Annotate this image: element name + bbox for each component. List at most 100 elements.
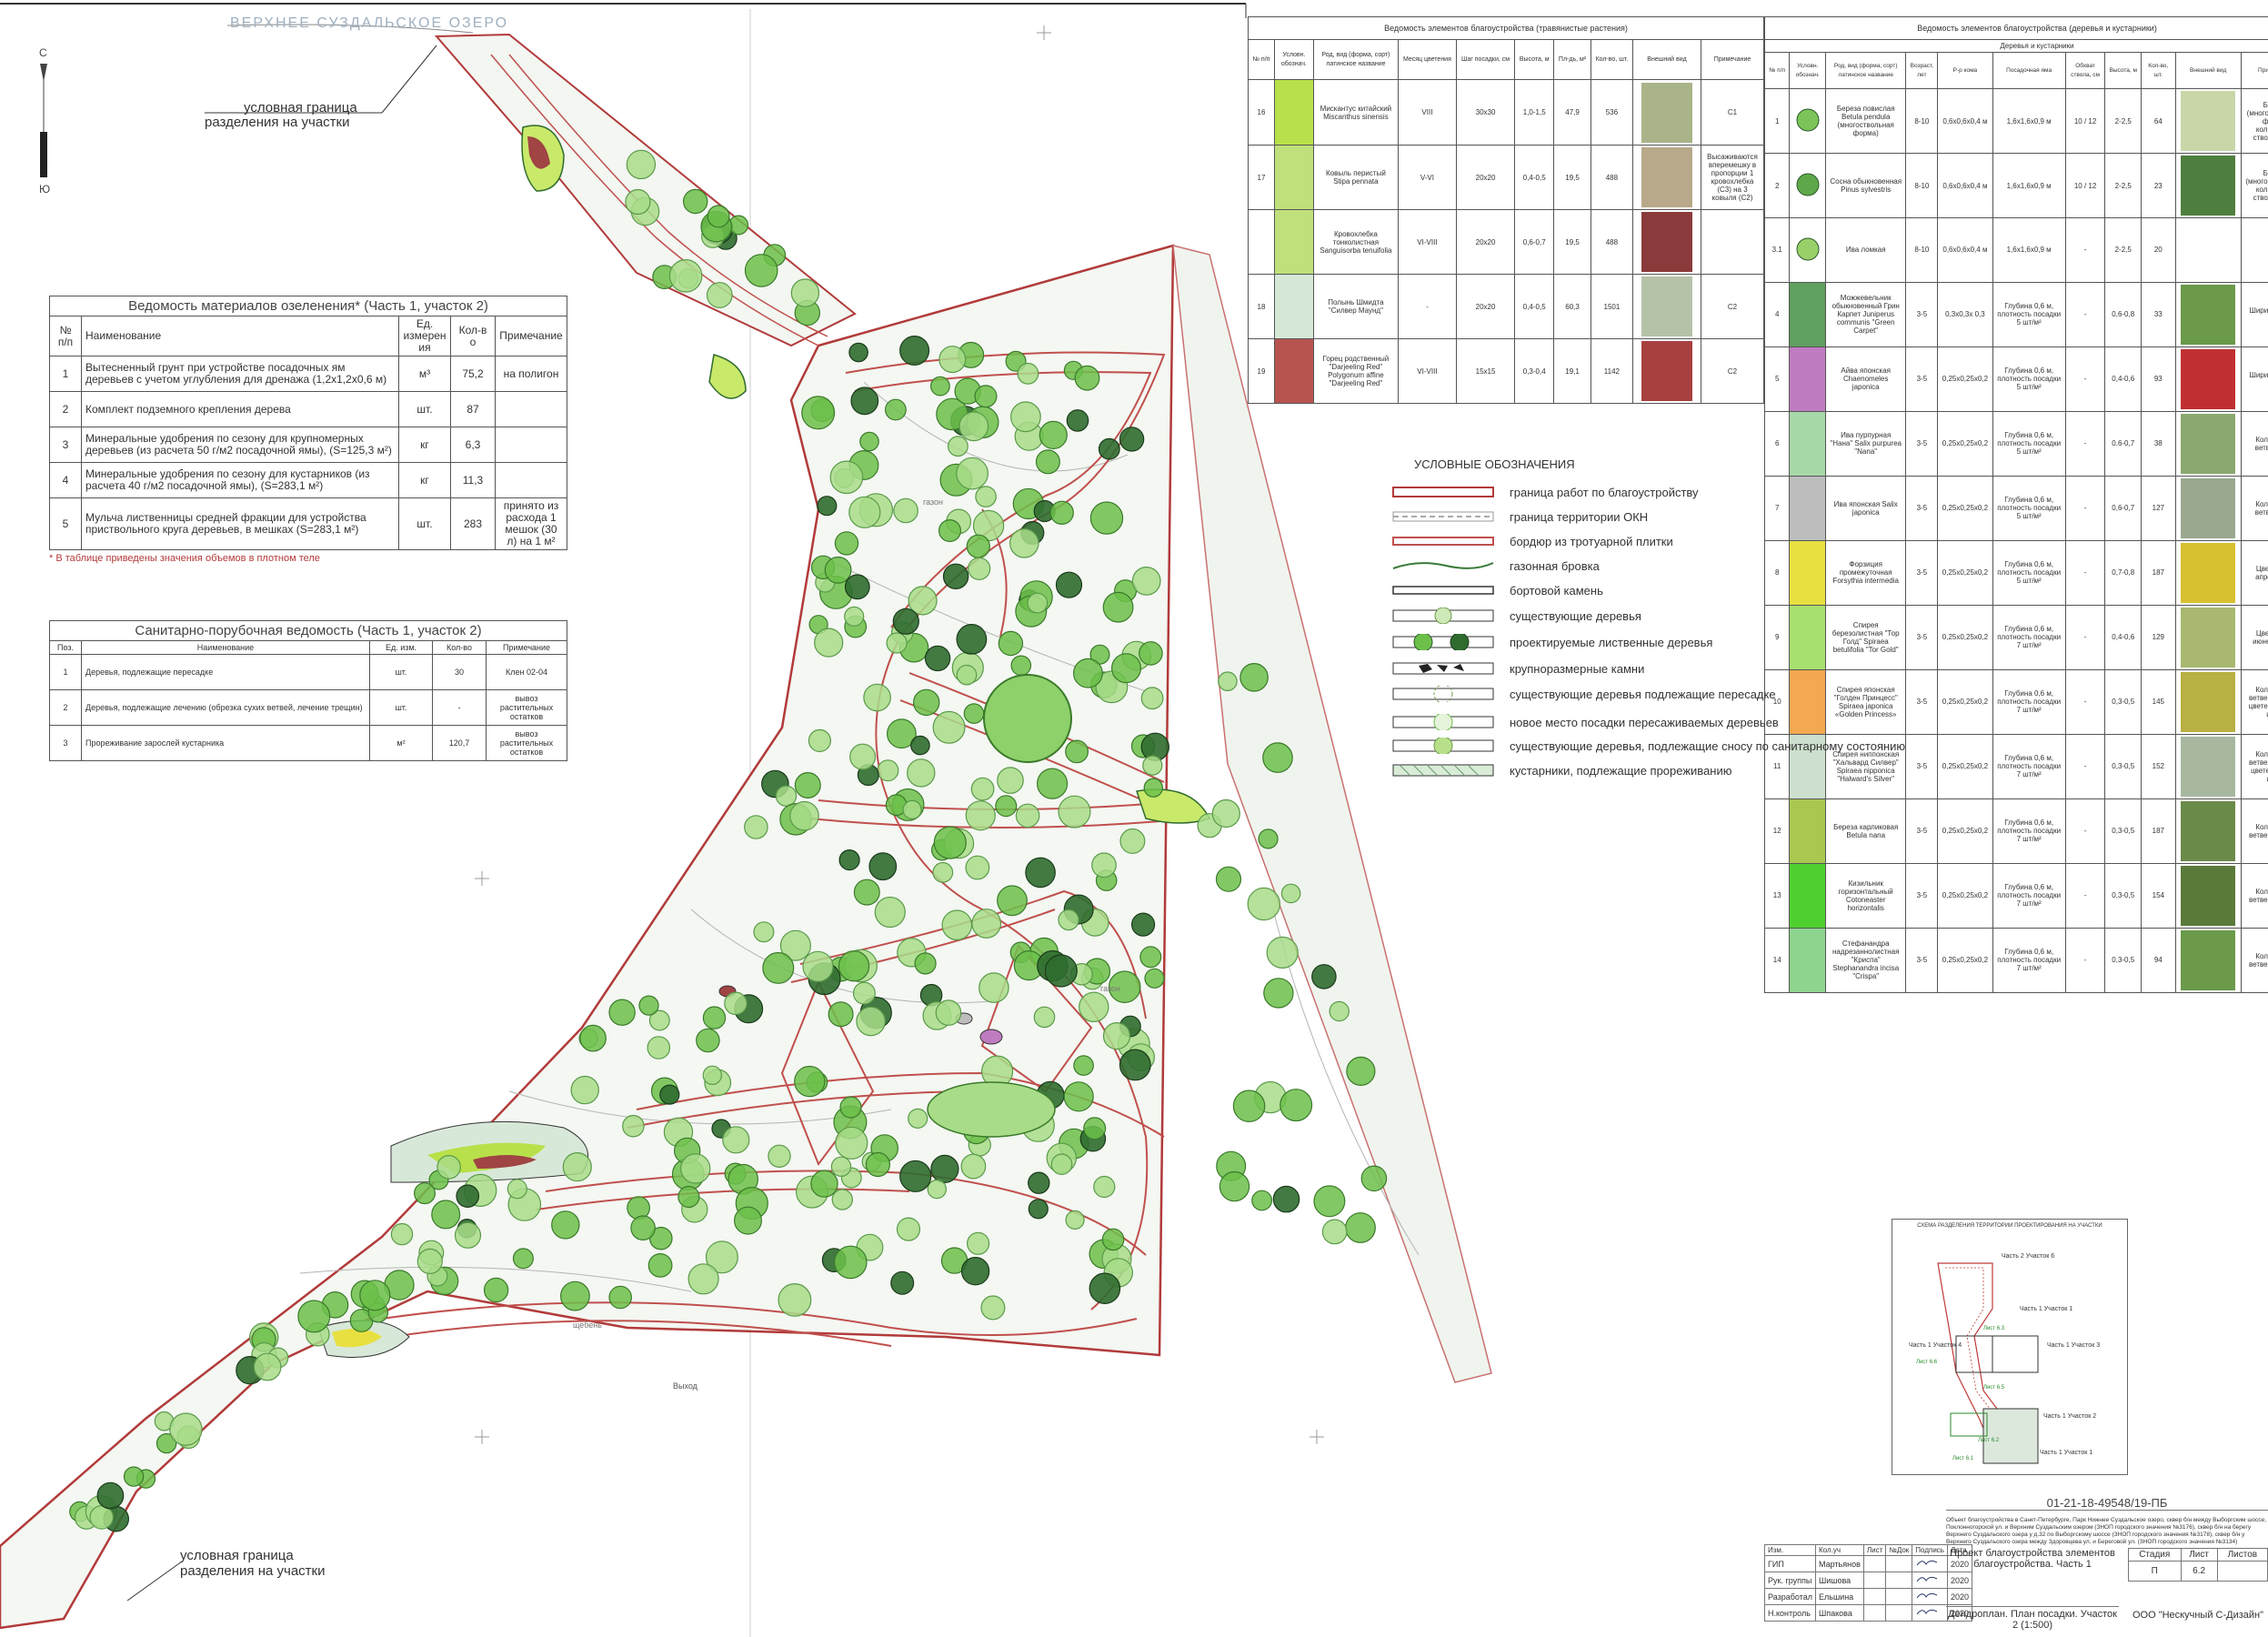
tree-symbol <box>696 1028 720 1053</box>
tree-symbol <box>978 972 1009 1003</box>
signature-icon <box>1916 1609 1938 1615</box>
sheet-title: Дендроплан. План посадки. Участок 2 (1:5… <box>1946 1606 2119 1631</box>
tree-row: 9 Спирея березолистная "Тор Голд" Spiraea… <box>1763 604 2268 670</box>
legend-label: существующие деревья <box>1510 608 1641 623</box>
tree-symbol <box>899 336 930 367</box>
legend-swatch <box>1789 88 1827 154</box>
tree-symbol <box>608 1285 632 1310</box>
legend-swatch <box>1789 475 1827 541</box>
legend-swatch <box>1273 274 1314 339</box>
tree-symbol <box>1058 909 1079 931</box>
tree-symbol <box>958 411 989 442</box>
tree-symbol <box>96 1481 125 1510</box>
tree-symbol <box>733 1206 762 1235</box>
tree-table: Ведомость элементов благоустройства (дер… <box>1763 16 2268 993</box>
svg-text:условная граница: условная граница <box>180 1548 294 1563</box>
tree-symbol <box>1329 1000 1350 1022</box>
tree-symbol <box>831 1189 854 1210</box>
tree-symbol <box>1144 968 1165 989</box>
legend-swatch <box>1789 798 1827 864</box>
signature-icon <box>1916 1592 1938 1599</box>
herb-row: Кровохлебка тонколистная Sanguisorba ten… <box>1248 209 1764 275</box>
tree-symbol <box>416 1248 443 1275</box>
legend-label: граница работ по благоустройству <box>1510 485 1699 499</box>
tree-symbol <box>810 1170 838 1198</box>
signature-row: ГИП Мартьянов 2020 <box>1764 1555 1973 1572</box>
tree-symbol <box>1219 1170 1250 1202</box>
plant-photo <box>2174 733 2242 799</box>
tree-symbol <box>1258 829 1279 849</box>
tree-symbol <box>622 1114 645 1138</box>
tree-symbol <box>1028 1199 1049 1220</box>
tree-symbol <box>817 496 838 517</box>
tree-symbol <box>668 258 703 293</box>
plant-photo <box>2174 927 2242 993</box>
legend-swatch <box>1789 539 1827 606</box>
lake-label: ВЕРХНЕЕ СУЗДАЛЬСКОЕ ОЗЕРО <box>230 15 508 31</box>
tree-symbol <box>966 534 990 558</box>
tree-symbol <box>907 758 936 788</box>
tree-symbol <box>789 800 819 831</box>
tree-symbol <box>850 387 879 416</box>
tree-symbol <box>1044 954 1078 988</box>
tree-symbol <box>1119 427 1145 452</box>
tree-symbol <box>1010 655 1032 677</box>
legend-swatch <box>1273 209 1314 275</box>
tree-symbol <box>297 1300 331 1333</box>
legend-item: граница работ по благоустройству <box>1391 480 1699 504</box>
tree-symbol <box>1065 739 1089 764</box>
tree-row: 2 Сосна обыкновенная Pinus sylvestris 8-10… <box>1763 153 2268 218</box>
tree-symbol-icon <box>1796 237 1820 261</box>
tree-symbol <box>687 1263 719 1295</box>
tree-symbol <box>1009 401 1041 433</box>
tree-row: 4 Можжевельник обыкновенный Грин Карпет J… <box>1763 281 2268 347</box>
tree-symbol <box>1102 591 1134 623</box>
table-row: 1 Вытесненный грунт при устройстве посадо… <box>49 356 567 392</box>
tree-row: 5 Айва японская Chaenomeles japonica 3-5 0,… <box>1763 346 2268 412</box>
tree-symbol <box>814 628 844 658</box>
svg-text:разделения на участки: разделения на участки <box>180 1563 325 1579</box>
tree-symbol <box>437 1155 461 1180</box>
tree-symbol <box>1015 803 1040 829</box>
plant-photo-image <box>2181 865 2236 926</box>
tree-row: 8 Форзиция промежуточная Forsythia interm… <box>1763 539 2268 606</box>
tree-symbol <box>1098 437 1120 460</box>
project-title: Проект благоустройства элементов благоус… <box>1950 1548 2115 1570</box>
tree-symbol <box>1066 409 1089 432</box>
tree-symbol <box>390 1222 414 1246</box>
sanitary-table-title: Санитарно-порубочная ведомость (Часть 1,… <box>49 620 567 641</box>
plant-photo-image <box>1641 212 1692 272</box>
tree-symbol <box>852 981 876 1005</box>
materials-table: Ведомость материалов озеленения* (Часть … <box>49 296 567 550</box>
tree-symbol <box>927 1179 948 1200</box>
legend-label: газонная бровка <box>1510 558 1600 573</box>
legend-swatch <box>1789 927 1827 993</box>
legend-swatch <box>1789 346 1827 412</box>
plant-photo <box>2174 153 2242 218</box>
tree-row: 10 Спирея японская "Голден Принцесс" Spir… <box>1763 668 2268 735</box>
tree-symbol <box>1027 592 1049 614</box>
legend-item: кустарники, подлежащие прореживанию <box>1391 758 1732 782</box>
tree-symbol <box>899 1160 932 1192</box>
tree-symbol <box>997 767 1024 794</box>
tree-symbol <box>512 1248 534 1270</box>
legend-item: существующие деревья, подлежащие сносу п… <box>1391 734 1905 758</box>
tree-row: 12 Береза карликовая Betula nana 3-5 0,25х0… <box>1763 798 2268 864</box>
legend-label: существующие деревья, подлежащие сносу п… <box>1510 738 1906 753</box>
tree-symbol <box>980 1295 1006 1321</box>
tree-row: 13 Кизильник горизонтальный Cotoneaster h… <box>1763 862 2268 929</box>
tree-symbol <box>938 518 961 542</box>
legend-swatch <box>1789 604 1827 670</box>
legend-swatch <box>1273 79 1314 146</box>
boundary-note-bottom: условная граница разделения на участки <box>126 1548 325 1602</box>
plant-photo-image <box>2181 91 2236 151</box>
tree-symbol <box>808 728 832 753</box>
legend-label: крупноразмерные камни <box>1510 661 1645 676</box>
signature <box>1912 1604 1948 1622</box>
tree-symbol <box>677 1185 700 1209</box>
tree-symbol <box>1049 500 1074 526</box>
tree-symbol <box>722 1126 750 1154</box>
tree-symbol <box>1028 1171 1050 1194</box>
plant-photo <box>1632 79 1701 146</box>
plant-photo <box>2174 862 2242 929</box>
